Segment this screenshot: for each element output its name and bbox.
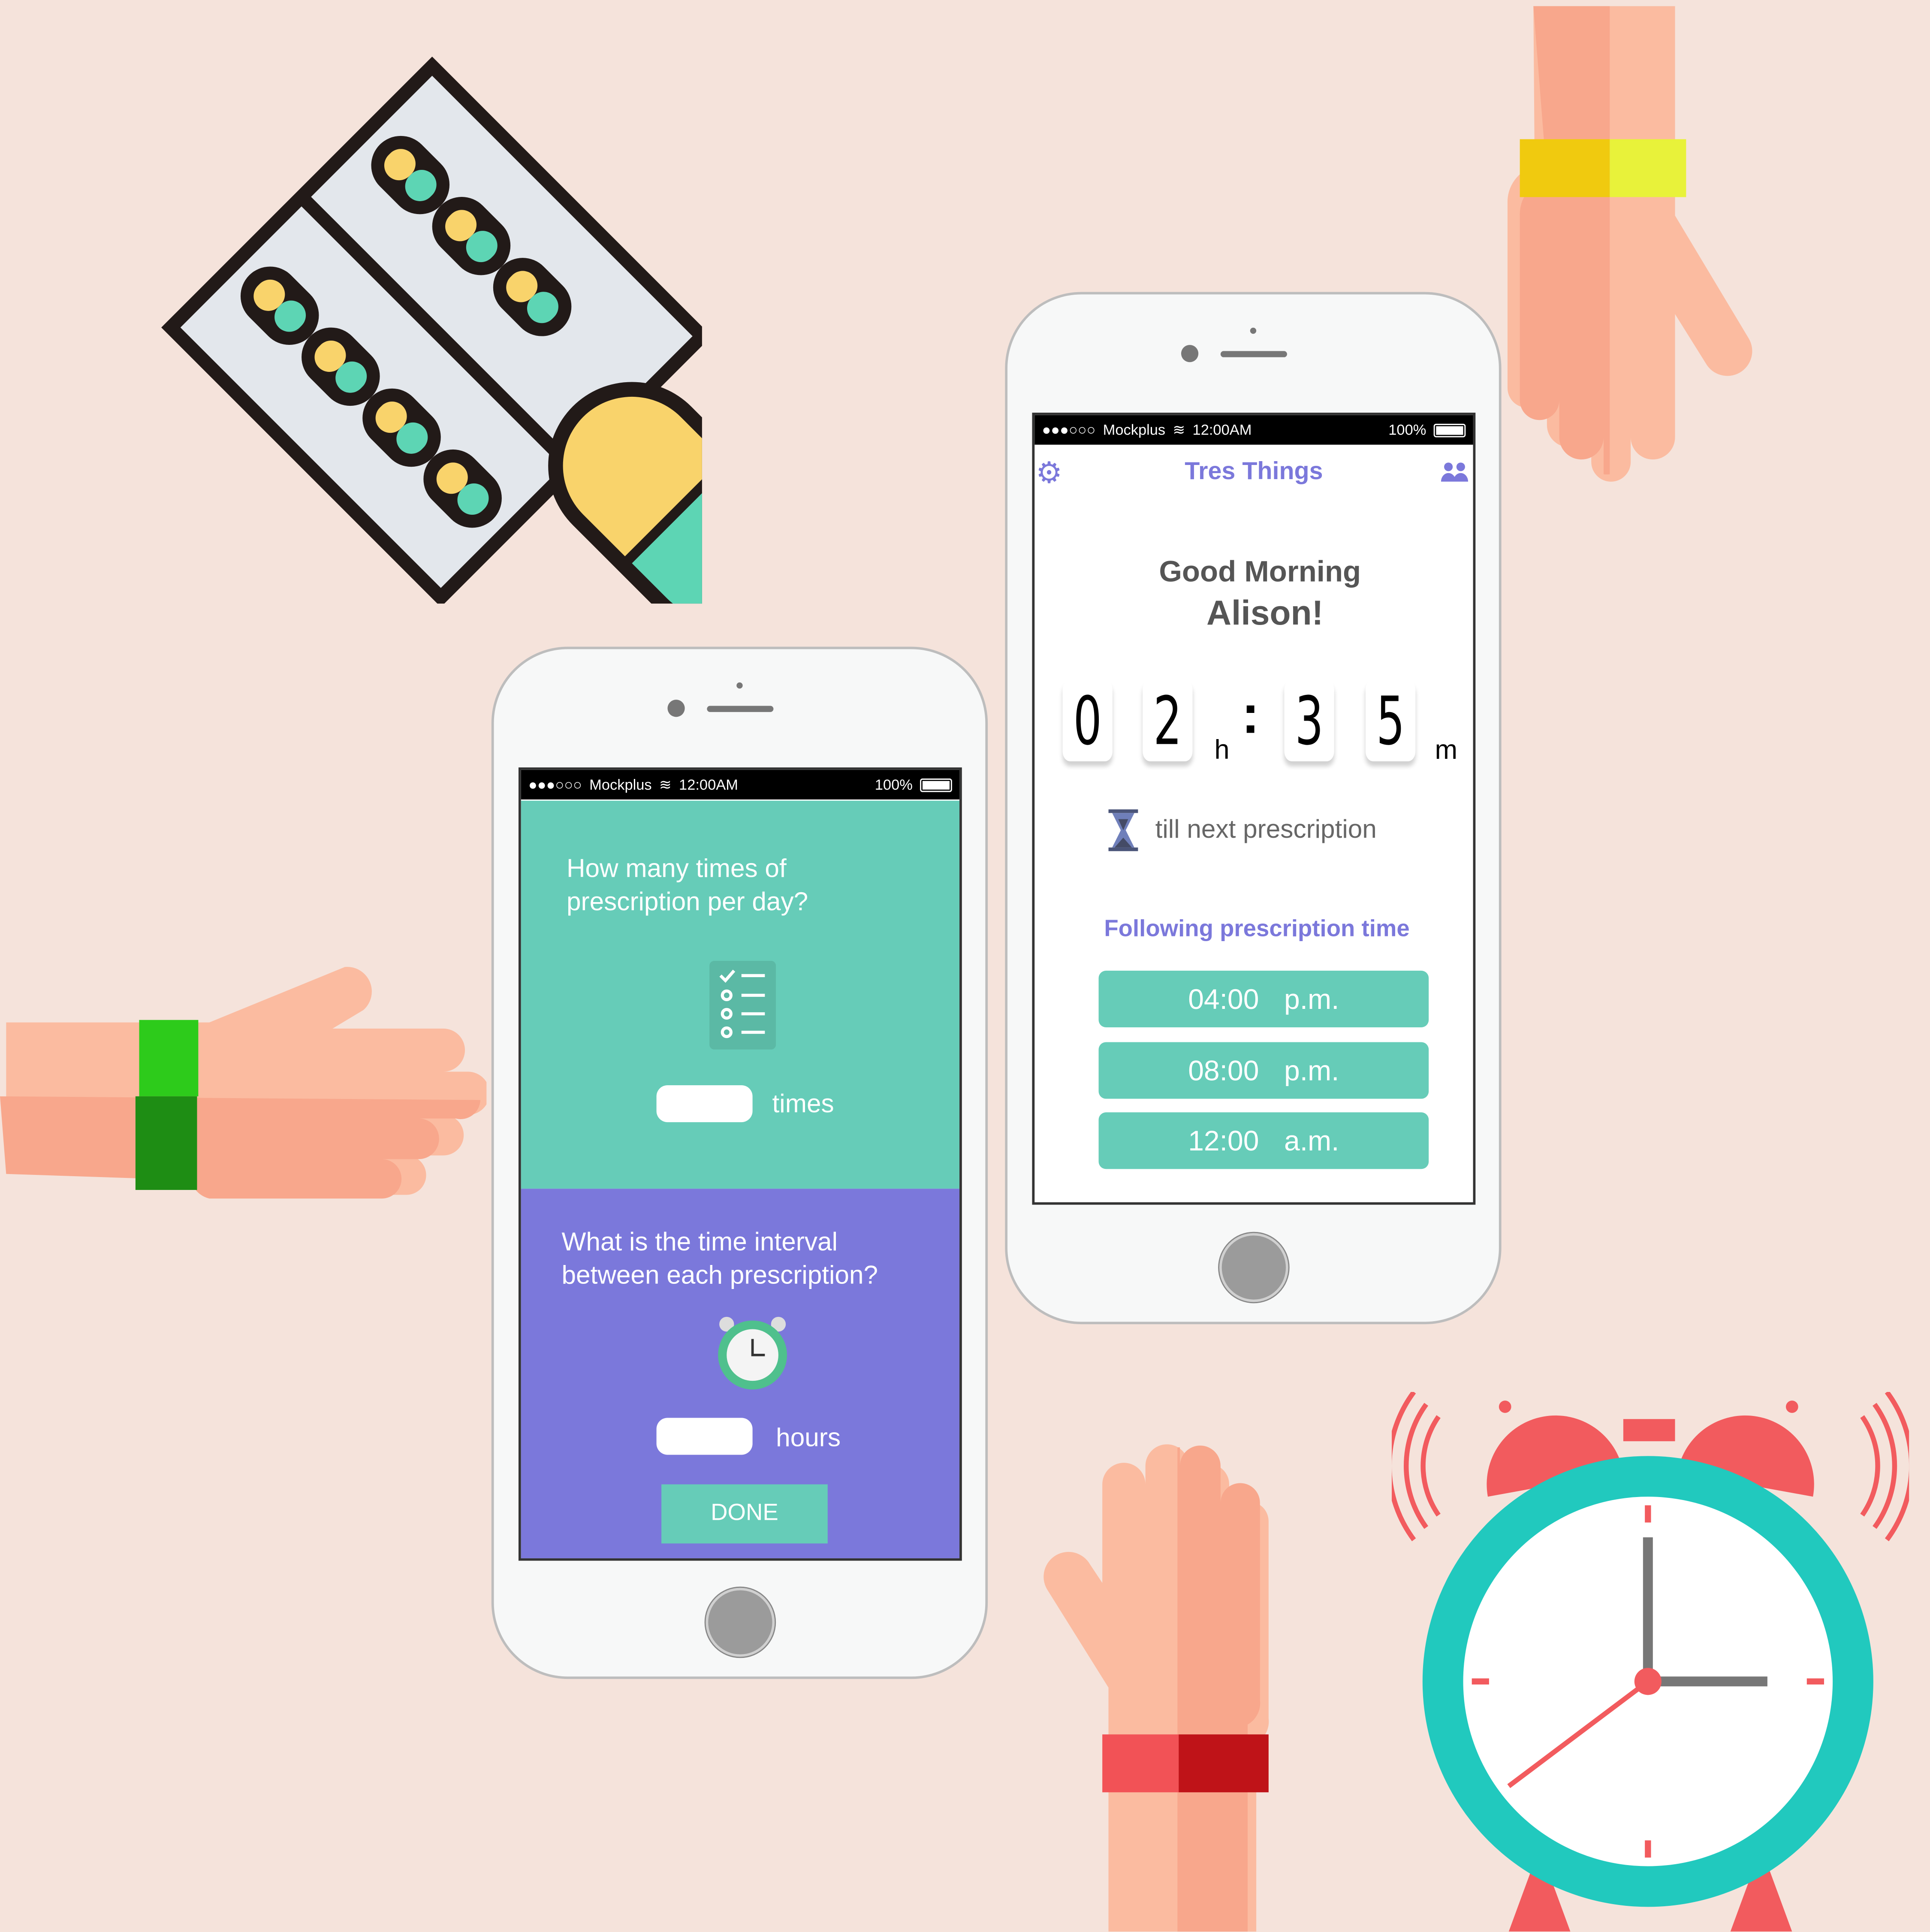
camera-icon bbox=[1181, 345, 1199, 362]
slot-time: 12:00 bbox=[1188, 1124, 1259, 1157]
stage: ●●●○○○ Mockplus ≋ 12:00AM 100% How many … bbox=[0, 0, 1930, 1932]
wifi-icon: ≋ bbox=[659, 776, 672, 794]
interval-question: What is the time interval between each p… bbox=[561, 1228, 878, 1290]
signal-icon: ●●●○○○ bbox=[1042, 421, 1096, 439]
alarm-clock-illustration bbox=[1392, 1392, 1909, 1932]
sensor-dot bbox=[736, 682, 743, 689]
status-bar: ●●●○○○ Mockplus ≋ 12:00AM 100% bbox=[1034, 415, 1473, 445]
countdown-caption: till next prescription bbox=[1155, 815, 1377, 844]
greeting-line1: Good Morning bbox=[1159, 555, 1361, 589]
done-button[interactable]: DONE bbox=[661, 1484, 828, 1544]
pill-blister-illustration bbox=[161, 56, 702, 604]
following-title: Following prescription time bbox=[1104, 916, 1410, 942]
camera-icon bbox=[667, 700, 685, 717]
home-button[interactable] bbox=[706, 1588, 775, 1657]
hour-digit-1: 0 bbox=[1062, 680, 1113, 761]
minute-digit-2: 5 bbox=[1365, 680, 1416, 761]
times-unit-label: times bbox=[772, 1090, 834, 1119]
slot-period: p.m. bbox=[1284, 983, 1339, 1015]
hand-yellow-band-illustration bbox=[1507, 6, 1752, 482]
earpiece bbox=[707, 706, 774, 712]
times-question: How many times of prescription per day? bbox=[566, 854, 808, 917]
hours-unit-label: hours bbox=[776, 1424, 841, 1452]
hour-digit-2: 2 bbox=[1143, 680, 1193, 761]
battery-icon bbox=[920, 778, 952, 792]
time-separator: : bbox=[1241, 685, 1260, 746]
battery-percent: 100% bbox=[1388, 421, 1426, 439]
setup-screen: ●●●○○○ Mockplus ≋ 12:00AM 100% How many … bbox=[518, 767, 962, 1561]
slot-period: a.m. bbox=[1284, 1124, 1339, 1157]
prescription-time-slot[interactable]: 12:00 a.m. bbox=[1098, 1112, 1429, 1169]
status-time: 12:00AM bbox=[679, 776, 738, 794]
minute-digit-1: 3 bbox=[1284, 680, 1334, 761]
interval-section: What is the time interval between each p… bbox=[521, 1189, 960, 1558]
signal-icon: ●●●○○○ bbox=[528, 776, 582, 794]
sensor-dot bbox=[1250, 327, 1257, 334]
minutes-unit: m bbox=[1435, 734, 1458, 765]
slot-period: p.m. bbox=[1284, 1054, 1339, 1087]
checklist-icon bbox=[709, 960, 776, 1050]
times-input[interactable] bbox=[656, 1085, 753, 1123]
earpiece bbox=[1220, 351, 1287, 357]
alarm-clock-icon bbox=[718, 1316, 787, 1390]
slot-time: 08:00 bbox=[1188, 1054, 1259, 1087]
hand-red-band-illustration bbox=[1043, 1444, 1269, 1932]
status-time: 12:00AM bbox=[1192, 421, 1252, 439]
prescription-time-slot[interactable]: 08:00 p.m. bbox=[1098, 1042, 1429, 1099]
prescription-time-slot[interactable]: 04:00 p.m. bbox=[1098, 970, 1429, 1027]
carrier-label: Mockplus bbox=[589, 776, 652, 794]
slot-time: 04:00 bbox=[1188, 983, 1259, 1015]
battery-percent: 100% bbox=[875, 776, 913, 794]
status-bar: ●●●○○○ Mockplus ≋ 12:00AM 100% bbox=[521, 770, 960, 800]
carrier-label: Mockplus bbox=[1103, 421, 1166, 439]
times-per-day-section: How many times of prescription per day? … bbox=[521, 800, 960, 1189]
greeting-name: Alison! bbox=[1206, 594, 1324, 632]
battery-icon bbox=[1433, 423, 1466, 437]
people-icon[interactable] bbox=[1440, 462, 1469, 482]
home-button[interactable] bbox=[1219, 1233, 1288, 1302]
hand-green-band-illustration bbox=[0, 967, 487, 1199]
hours-input[interactable] bbox=[656, 1418, 753, 1455]
app-title: Tres Things bbox=[1185, 458, 1323, 486]
wifi-icon: ≋ bbox=[1173, 421, 1185, 439]
hours-unit: h bbox=[1214, 734, 1230, 765]
hourglass-icon bbox=[1108, 809, 1138, 851]
